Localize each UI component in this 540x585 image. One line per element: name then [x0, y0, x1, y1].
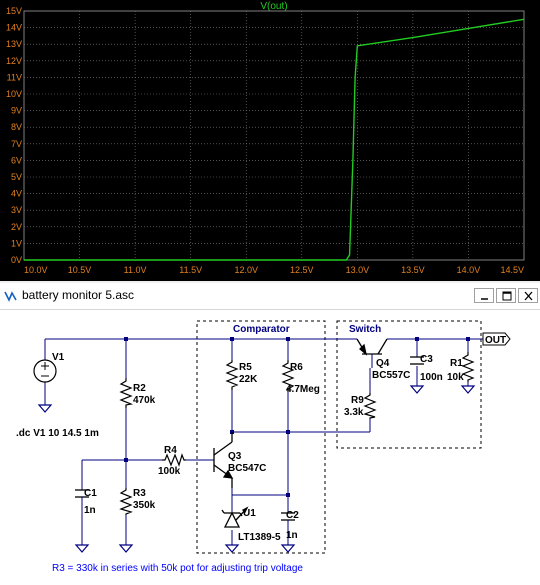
r1-value: 10k	[447, 372, 464, 383]
maximize-button[interactable]	[496, 288, 516, 303]
output-label: OUT	[485, 335, 506, 346]
y-tick-label: 3V	[11, 205, 22, 215]
maximize-icon	[502, 291, 512, 301]
vout-trace[interactable]	[24, 18, 525, 261]
q3-name: Q3	[228, 451, 242, 462]
resistor-r1[interactable]	[461, 352, 475, 382]
close-icon	[524, 291, 533, 301]
y-tick-label: 14V	[6, 23, 22, 33]
y-tick-label: 4V	[11, 189, 22, 199]
voltage-source-v1[interactable]	[33, 359, 57, 383]
x-tick-label: 12.0V	[234, 265, 258, 275]
c3-name: C3	[420, 354, 433, 365]
switch-box	[336, 320, 482, 449]
r9-name: R9	[351, 395, 364, 406]
r3-value: 350k	[133, 500, 156, 511]
y-tick-label: 9V	[11, 106, 22, 116]
waveform-plot-pane[interactable]: 0V 1V 2V 3V 4V 5V 6V 7V 8V 9V 10V 11V 12V 13V 14V 15V 1…	[0, 0, 540, 281]
r6-name: R6	[290, 362, 303, 373]
q4-value: BC557C	[372, 370, 410, 381]
y-tick-label: 8V	[11, 122, 22, 132]
x-tick-label: 10.5V	[68, 265, 92, 275]
y-tick-label: 11V	[7, 72, 22, 82]
output-net-flag[interactable]: OUT	[482, 332, 511, 346]
spice-directive[interactable]: .dc V1 10 14.5 1m	[16, 428, 99, 439]
y-tick-label: 6V	[11, 155, 22, 165]
c2-value: 1n	[286, 530, 298, 541]
plot-grid	[23, 10, 525, 261]
design-note[interactable]: R3 = 330k in series with 50k pot for adj…	[52, 563, 303, 574]
trace-group	[24, 18, 525, 261]
x-tick-label: 12.5V	[290, 265, 314, 275]
x-tick-label: 11.0V	[124, 265, 147, 275]
c2-name: C2	[286, 510, 299, 521]
x-tick-label: 11.5V	[179, 265, 202, 275]
r3-name: R3	[133, 488, 146, 499]
y-tick-label: 12V	[6, 56, 22, 66]
r5-name: R5	[239, 362, 252, 373]
y-tick-label: 2V	[11, 222, 22, 232]
x-tick-label: 14.5V	[500, 265, 524, 275]
x-tick-label: 10.0V	[24, 265, 48, 275]
q3-value: BC547C	[228, 463, 266, 474]
r4-name: R4	[164, 445, 177, 456]
y-tick-label: 1V	[11, 238, 22, 248]
plot-frame	[23, 10, 525, 261]
x-tick-label: 13.5V	[401, 265, 425, 275]
u1-name: U1	[243, 508, 256, 519]
close-button[interactable]	[518, 288, 538, 303]
minimize-icon	[481, 298, 488, 300]
x-axis-tick-labels: 10.0V 10.5V 11.0V 11.5V 12.0V 12.5V 13.0V 13.5V…	[24, 265, 524, 275]
r4-value: 100k	[158, 466, 181, 477]
resistor-r9[interactable]	[363, 393, 377, 419]
resistor-r4[interactable]	[162, 453, 186, 467]
waveform-plot[interactable]: 0V 1V 2V 3V 4V 5V 6V 7V 8V 9V 10V 11V 12V 13V 14V 15V 1…	[0, 0, 540, 281]
u1-value: LT1389-5	[238, 532, 281, 543]
y-tick-label: 0V	[11, 255, 22, 265]
ltspice-schematic-icon	[3, 288, 19, 304]
x-tick-label: 14.0V	[457, 265, 481, 275]
comparator-box	[196, 320, 326, 554]
x-tick-label: 13.0V	[346, 265, 370, 275]
c3-value: 100n	[420, 372, 443, 383]
schematic-window[interactable]: battery monitor 5.asc Comparator Switch	[0, 283, 540, 585]
r5-value: 22K	[239, 374, 258, 385]
comparator-label: Comparator	[233, 324, 290, 335]
switch-label: Switch	[349, 324, 381, 335]
resistor-r5[interactable]	[225, 360, 239, 390]
window-titlebar[interactable]: battery monitor 5.asc	[0, 283, 540, 310]
r6-value: 4.7Meg	[286, 384, 320, 395]
y-tick-label: 10V	[6, 89, 22, 99]
trace-title[interactable]: V(out)	[260, 1, 287, 12]
schematic-canvas[interactable]: Comparator Switch V1 R2 470k R3 350k R4 …	[0, 310, 540, 585]
r1-name: R1	[450, 358, 463, 369]
resistor-r3[interactable]	[119, 488, 133, 515]
r9-value: 3.3k	[344, 407, 364, 418]
c1-value: 1n	[84, 505, 96, 516]
window-title: battery monitor 5.asc	[22, 288, 135, 302]
y-tick-label: 5V	[11, 172, 22, 182]
q4-name: Q4	[376, 358, 390, 369]
y-axis-tick-labels: 0V 1V 2V 3V 4V 5V 6V 7V 8V 9V 10V 11V 12V 13V 14V 15V	[6, 6, 22, 265]
r2-name: R2	[133, 383, 146, 394]
y-tick-label: 15V	[6, 6, 22, 16]
wires	[44, 338, 483, 545]
r2-value: 470k	[133, 395, 156, 406]
y-tick-label: 13V	[6, 39, 22, 49]
minimize-button[interactable]	[474, 288, 494, 303]
resistor-r2[interactable]	[119, 378, 134, 408]
y-tick-label: 7V	[11, 139, 22, 149]
c1-name: C1	[84, 488, 97, 499]
v1-name: V1	[52, 352, 65, 363]
